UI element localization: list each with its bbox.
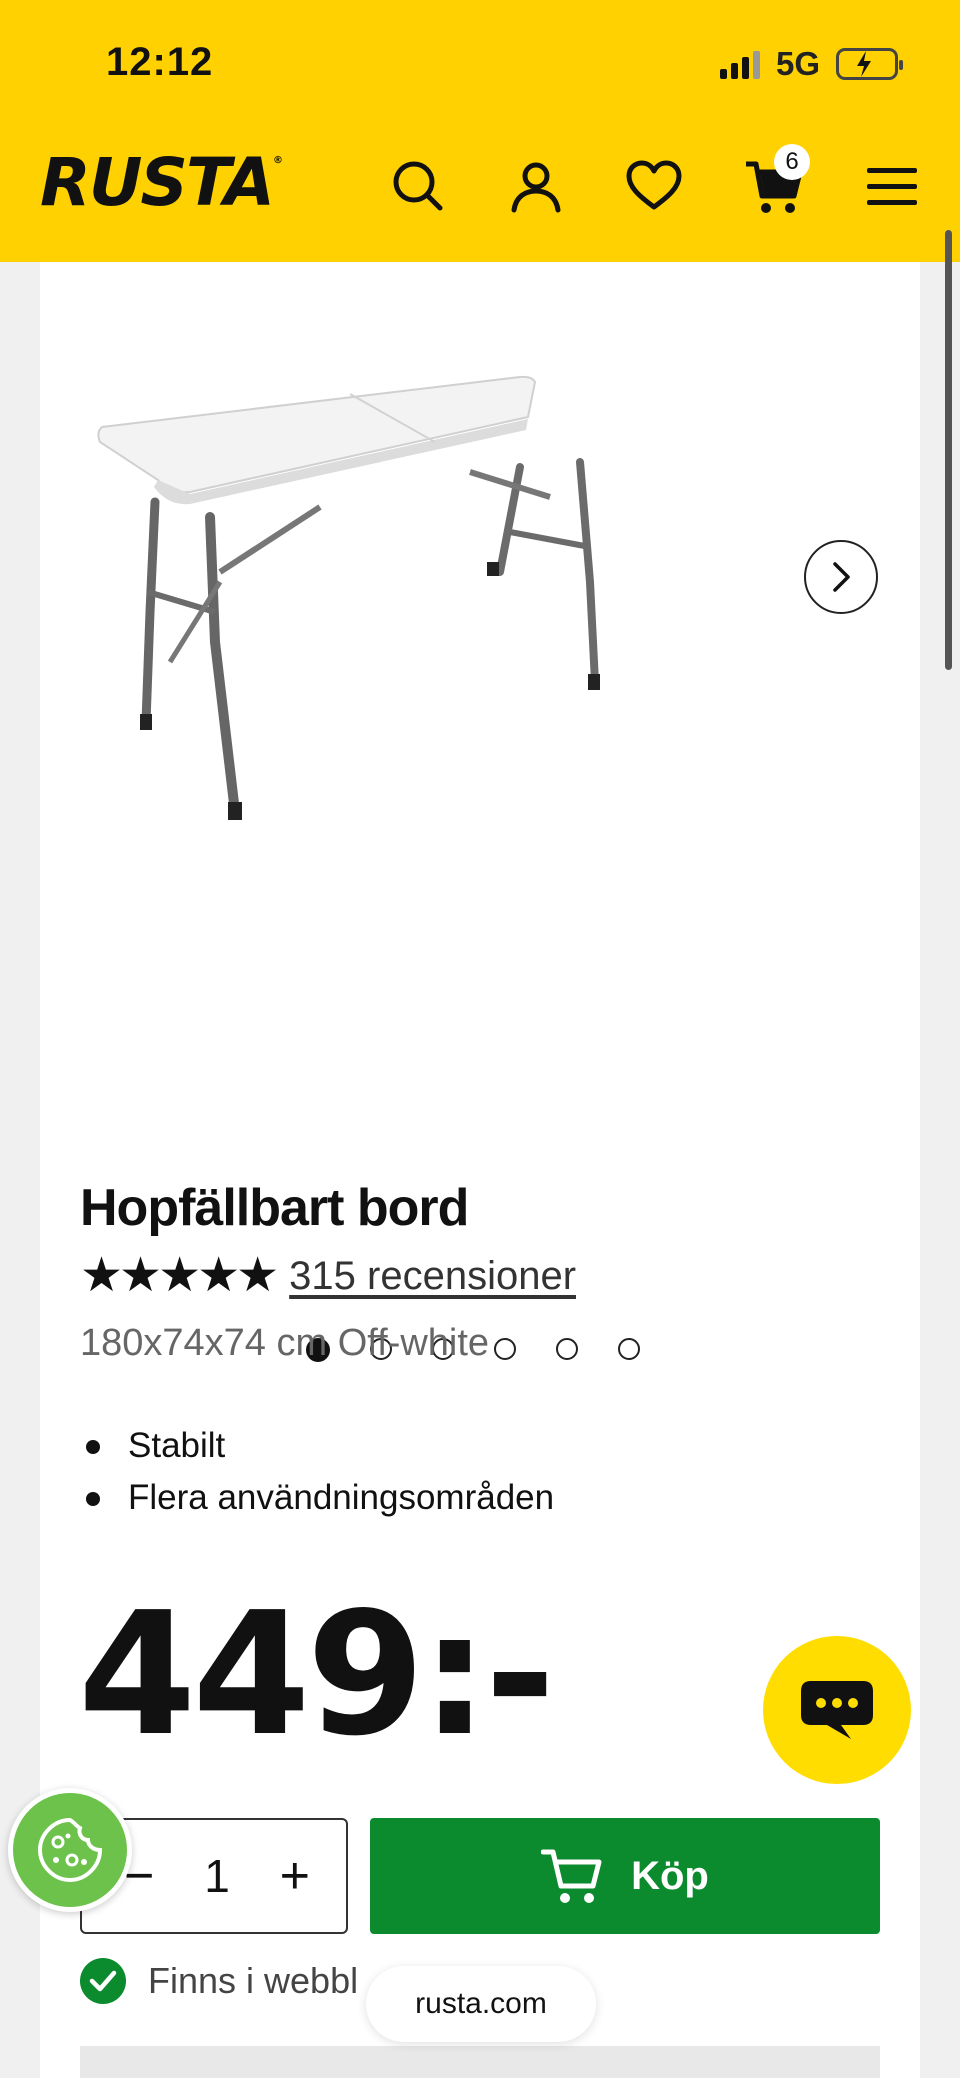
list-item: Flera användningsområden bbox=[80, 1472, 554, 1524]
list-item: Stabilt bbox=[80, 1420, 554, 1472]
cookie-icon bbox=[37, 1817, 103, 1883]
gallery-dot[interactable] bbox=[556, 1338, 578, 1360]
buy-button-label: Köp bbox=[631, 1853, 709, 1898]
quantity-value[interactable]: 1 bbox=[204, 1849, 230, 1903]
rusta-logo[interactable]: RUSTA® bbox=[40, 150, 283, 216]
cookie-settings-button[interactable] bbox=[8, 1788, 132, 1912]
cart-icon bbox=[541, 1849, 602, 1903]
site-header: 12:12 5G RUSTA® 6 bbox=[0, 0, 960, 262]
buy-button[interactable]: Köp bbox=[370, 1818, 880, 1934]
status-indicators: 5G bbox=[719, 42, 903, 86]
product-variant: 180x74x74 cm Off-white bbox=[80, 1322, 490, 1364]
chat-icon bbox=[801, 1681, 873, 1739]
product-image[interactable] bbox=[80, 282, 900, 1082]
hamburger-menu-icon[interactable] bbox=[862, 156, 922, 216]
cart-icon[interactable]: 6 bbox=[744, 144, 810, 216]
feature-list: Stabilt Flera användningsområden bbox=[80, 1420, 554, 1524]
network-type: 5G bbox=[775, 45, 820, 82]
gallery-dot[interactable] bbox=[618, 1338, 640, 1360]
chat-button[interactable] bbox=[763, 1636, 911, 1784]
check-icon bbox=[80, 1958, 126, 2004]
next-section bbox=[80, 2046, 880, 2078]
cart-count-badge: 6 bbox=[774, 144, 810, 180]
next-image-button[interactable] bbox=[804, 540, 878, 614]
chevron-right-icon bbox=[833, 562, 850, 592]
user-icon[interactable] bbox=[506, 156, 566, 216]
stock-label: Finns i webbl bbox=[148, 1960, 359, 2001]
browser-url-pill[interactable]: rusta.com bbox=[366, 1966, 596, 2042]
product-card bbox=[40, 262, 920, 2078]
status-time: 12:12 bbox=[106, 40, 214, 84]
reviews-link[interactable]: 315 recensioner bbox=[289, 1254, 576, 1299]
battery-icon bbox=[836, 48, 903, 80]
signal-icon bbox=[719, 49, 760, 79]
heart-icon[interactable] bbox=[624, 156, 684, 216]
gallery-dot[interactable] bbox=[494, 1338, 516, 1360]
rating-row: ★★★★★ 315 recensioner bbox=[80, 1252, 576, 1300]
rating-stars: ★★★★★ bbox=[80, 1249, 279, 1302]
product-title: Hopfällbart bord bbox=[80, 1179, 469, 1237]
stock-status: Finns i webbl bbox=[80, 1958, 358, 2004]
increase-quantity-button[interactable]: + bbox=[280, 1846, 310, 1906]
search-icon[interactable] bbox=[388, 156, 448, 216]
product-price: 449:- bbox=[78, 1576, 555, 1774]
scrollbar[interactable] bbox=[945, 230, 952, 670]
